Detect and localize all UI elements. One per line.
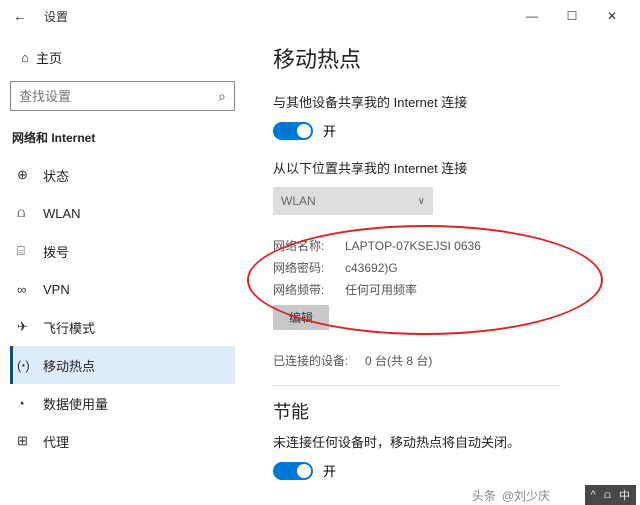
dialup-icon: ⌸ — [17, 243, 43, 259]
tray-up-icon[interactable]: ^ — [591, 489, 596, 501]
watermark-source: 头条 — [472, 487, 496, 504]
home-icon: ⌂ — [14, 50, 36, 65]
sidebar-item-airplane[interactable]: ✈飞行模式 — [10, 308, 235, 346]
share-label: 与其他设备共享我的 Internet 连接 — [273, 92, 620, 111]
sidebar-section-label: 网络和 Internet — [10, 125, 235, 156]
proxy-icon: ⊞ — [17, 433, 43, 449]
pwd-value: c43692)G — [345, 257, 398, 279]
connected-value: 0 台(共 8 台) — [365, 352, 432, 369]
content: 移动热点 与其他设备共享我的 Internet 连接 开 从以下位置共享我的 I… — [245, 32, 640, 485]
section-power-title: 节能 — [273, 398, 620, 424]
vpn-icon: ∞ — [17, 282, 43, 297]
sidebar-item-proxy[interactable]: ⊞代理 — [10, 422, 235, 460]
connected-key: 已连接的设备: — [273, 352, 365, 369]
name-key: 网络名称: — [273, 235, 345, 257]
chevron-down-icon: ∨ — [418, 196, 425, 207]
close-button[interactable]: ✕ — [592, 2, 632, 30]
power-desc: 未连接任何设备时，移动热点将自动关闭。 — [273, 432, 620, 451]
search-input[interactable] — [19, 89, 218, 104]
band-value: 任何可用频率 — [345, 279, 417, 301]
sidebar-item-vpn[interactable]: ∞VPN — [10, 270, 235, 308]
back-button[interactable]: ← — [8, 8, 32, 24]
watermark: 头条 @刘少庆 — [472, 485, 550, 505]
power-toggle-label: 开 — [323, 461, 336, 480]
sidebar-item-status[interactable]: ⊕状态 — [10, 156, 235, 194]
connection-dropdown[interactable]: WLAN ∨ — [273, 187, 433, 215]
divider — [273, 385, 560, 386]
ime-indicator[interactable]: 中 — [619, 487, 630, 503]
sidebar-item-wlan[interactable]: ⩍WLAN — [10, 194, 235, 232]
sidebar-item-dialup[interactable]: ⌸拨号 — [10, 232, 235, 270]
share-toggle-label: 开 — [323, 121, 336, 140]
airplane-icon: ✈ — [17, 319, 43, 335]
data-usage-icon: ◔ — [17, 396, 43, 411]
dropdown-value: WLAN — [281, 194, 316, 208]
sidebar: ⌂ 主页 ⌕ 网络和 Internet ⊕状态 ⩍WLAN ⌸拨号 ∞VPN ✈… — [0, 32, 245, 485]
network-info: 网络名称:LAPTOP-07KSEJSI 0636 网络密码:c43692)G … — [273, 233, 620, 338]
maximize-button[interactable]: ☐ — [552, 2, 592, 30]
window-title: 设置 — [44, 8, 68, 25]
page-title: 移动热点 — [273, 42, 620, 74]
watermark-author: @刘少庆 — [502, 487, 550, 504]
search-input-container[interactable]: ⌕ — [10, 81, 235, 111]
band-key: 网络频带: — [273, 279, 345, 301]
minimize-button[interactable]: — — [512, 2, 552, 30]
edit-button[interactable]: 编辑 — [273, 305, 329, 330]
home-label: 主页 — [36, 48, 62, 67]
name-value: LAPTOP-07KSEJSI 0636 — [345, 235, 481, 257]
status-icon: ⊕ — [17, 167, 43, 183]
sidebar-home[interactable]: ⌂ 主页 — [10, 40, 235, 81]
tray-wifi-icon[interactable]: ⩍ — [604, 489, 611, 502]
sidebar-item-hotspot[interactable]: (ꞏ)移动热点 — [10, 346, 235, 384]
search-icon: ⌕ — [218, 88, 226, 105]
power-toggle[interactable] — [273, 462, 313, 480]
sidebar-item-data-usage[interactable]: ◔数据使用量 — [10, 384, 235, 422]
share-toggle[interactable] — [273, 122, 313, 140]
hotspot-icon: (ꞏ) — [17, 356, 43, 374]
taskbar: ^ ⩍ 中 — [585, 485, 636, 505]
pwd-key: 网络密码: — [273, 257, 345, 279]
from-label: 从以下位置共享我的 Internet 连接 — [273, 158, 620, 177]
wlan-icon: ⩍ — [17, 205, 43, 221]
